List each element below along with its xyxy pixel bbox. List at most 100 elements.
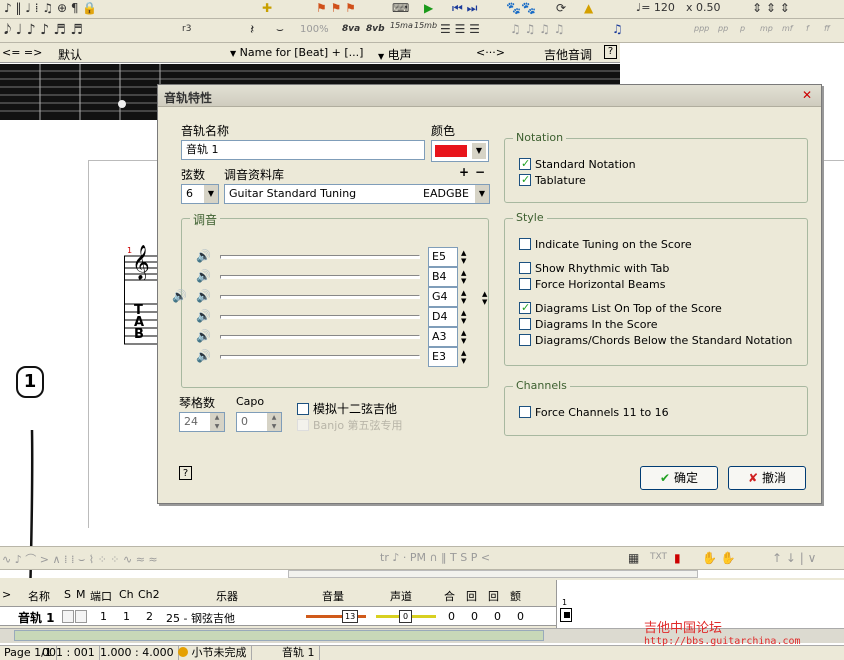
dialog-titlebar[interactable]: 音轨特性 ✕ [158, 85, 821, 107]
effects-icons-left[interactable]: ∿ ♪ ⌒ > ∧ ⁞ ⁞ ⌣ ⌇ ⁘ ⁘ ∿ ≈ ≈ [2, 551, 158, 567]
string-note-stepper[interactable]: ▲ ▼ [461, 309, 466, 325]
track-name-input[interactable]: 音轨 1 [181, 140, 425, 160]
string-slider[interactable] [220, 335, 420, 339]
style-option-checkbox[interactable]: Diagrams List On Top of the Score [519, 301, 722, 315]
ottava-down-label[interactable]: 8vb [366, 24, 385, 34]
transport-icons[interactable]: ⏮ ⏭ [452, 1, 477, 16]
mixer-icon[interactable]: ▮ [674, 551, 681, 565]
string-note-stepper[interactable]: ▲ ▼ [461, 349, 466, 365]
force-channels-checkbox[interactable]: Force Channels 11 to 16 [519, 406, 669, 419]
tuning-library-select[interactable]: Guitar Standard Tuning EADGBE ▼ [224, 184, 490, 204]
dynamic-ff[interactable]: ff [824, 24, 830, 33]
scroll-thumb[interactable] [14, 630, 544, 641]
auto-beam-icon[interactable]: ♫ [612, 22, 623, 36]
play-icon[interactable]: ▶ [424, 1, 433, 15]
string-note-stepper[interactable]: ▲ ▼ [461, 289, 466, 305]
beam-icons[interactable]: ♫ ♫ ♫ ♫ [510, 22, 564, 36]
tie-icon[interactable]: ⌣ [276, 22, 284, 37]
string-slider[interactable] [220, 295, 420, 299]
string-note-field[interactable]: B4 [428, 267, 458, 287]
duration-icons[interactable]: 𝅘𝅥𝅮 ♩ ♪ ♪ ♬ ♬ [4, 22, 83, 38]
track-row[interactable]: 音轨 1 1 1 2 25 - 钢弦吉他 13 0 0 0 0 0 [0, 606, 556, 626]
mute-toggle[interactable] [75, 610, 87, 623]
string-slider[interactable] [220, 275, 420, 279]
string-note-field[interactable]: E5 [428, 247, 458, 267]
strings-select[interactable]: 6 ▼ [181, 184, 219, 204]
string-note-field[interactable]: D4 [428, 307, 458, 327]
frets-input[interactable]: 24 ▲ ▼ [179, 412, 225, 432]
twelve-string-checkbox[interactable]: 模拟十二弦吉他 [297, 403, 397, 416]
paw-icons[interactable]: 🐾🐾 [506, 1, 536, 15]
close-icon[interactable]: ✕ [802, 88, 812, 102]
triplet-label[interactable]: r3 [182, 24, 191, 34]
percent-label[interactable]: 100% [300, 24, 329, 35]
align-icons[interactable]: ☰ ☰ ☰ [440, 22, 480, 36]
marker-icons[interactable]: ⚑ ⚑ ⚑ [316, 1, 356, 15]
quindicesima-up-label[interactable]: 15ma [390, 22, 413, 30]
dynamic-f[interactable]: f [806, 24, 809, 33]
track-row-ch2[interactable]: 2 [146, 610, 153, 623]
speed-readout[interactable]: x 0.50 [686, 1, 721, 14]
help-icon[interactable]: ? [179, 466, 192, 480]
loop-icon[interactable]: ⟳ [556, 1, 566, 15]
string-note-field[interactable]: A3 [428, 327, 458, 347]
hand-icons[interactable]: ✋ ✋ [702, 551, 736, 565]
color-picker[interactable]: ▼ [431, 140, 489, 162]
ottava-up-label[interactable]: 8va [342, 24, 360, 34]
frets-stepper[interactable]: ▲ ▼ [210, 413, 224, 431]
name-for-combo[interactable]: ▼ Name for [Beat] + [...] [230, 46, 363, 59]
expand-icon[interactable]: > [2, 588, 11, 601]
metronome-icon[interactable]: ▲ [584, 1, 593, 15]
master-speaker-icon[interactable]: 🔊 [172, 289, 187, 303]
track-row-chorus[interactable]: 0 [448, 610, 455, 623]
string-note-stepper[interactable]: ▲ ▼ [461, 249, 466, 265]
capo-stepper[interactable]: ▲ ▼ [267, 413, 281, 431]
chord-icon[interactable]: ▦ [628, 551, 639, 565]
instrument-combo[interactable]: ▼ 电声 [378, 46, 412, 63]
effects-icons-mid[interactable]: tr ♪ · PM ∩ ‖ T S P < [380, 551, 490, 564]
cancel-button[interactable]: ✘ 撤消 [728, 466, 806, 490]
dynamic-pp[interactable]: pp [718, 24, 728, 33]
dots-label[interactable]: <···> [476, 46, 505, 59]
string-note-field[interactable]: G4 [428, 287, 458, 307]
all-strings-stepper[interactable]: ▲ ▼ [482, 290, 487, 306]
track-row-tremolo[interactable]: 0 [517, 610, 524, 623]
solo-toggle[interactable] [62, 610, 74, 623]
dynamic-p[interactable]: p [740, 24, 745, 33]
style-option-checkbox[interactable]: Diagrams In the Score [519, 318, 658, 331]
track-row-instrument[interactable]: 25 - 钢弦吉他 [166, 610, 235, 626]
style-option-checkbox[interactable]: Force Horizontal Beams [519, 278, 665, 291]
track-row-ch[interactable]: 1 [123, 610, 130, 623]
stroke-icons[interactable]: ↑ ↓ | ∨ [772, 551, 816, 565]
nav-arrows[interactable]: <= => [2, 46, 42, 59]
ok-button[interactable]: ✔ 确定 [640, 466, 718, 490]
style-option-checkbox[interactable]: Diagrams/Chords Below the Standard Notat… [519, 334, 792, 347]
string-slider[interactable] [220, 255, 420, 259]
scroll-strip[interactable] [288, 570, 698, 578]
view-icons[interactable]: ⇕ ⇕ ⇕ [752, 1, 790, 15]
insert-beat-icon[interactable]: ✚ [262, 1, 272, 15]
string-note-stepper[interactable]: ▲ ▼ [461, 329, 466, 345]
string-slider[interactable] [220, 315, 420, 319]
text-icon[interactable]: TXT [650, 552, 667, 562]
track-row-port[interactable]: 1 [100, 610, 107, 623]
tuning-add-button[interactable]: + [459, 165, 469, 179]
track-row-phaser[interactable]: 0 [494, 610, 501, 623]
pan-value[interactable]: 0 [399, 610, 413, 623]
rest-icon[interactable]: 𝄽 [250, 22, 254, 38]
tuning-remove-button[interactable]: − [475, 165, 485, 179]
measure-cell[interactable] [560, 608, 572, 622]
string-speaker-icon[interactable]: 🔊 [196, 289, 211, 303]
default-preset[interactable]: 默认 [58, 46, 82, 63]
quindicesima-down-label[interactable]: 15mb [414, 22, 437, 30]
string-speaker-icon[interactable]: 🔊 [196, 269, 211, 283]
capo-input[interactable]: 0 ▲ ▼ [236, 412, 282, 432]
toolbar-icons-left[interactable]: ♪ ‖ ♩ ⁞ ♫ ⊕ ¶ 🔒 [4, 1, 97, 15]
style-option-checkbox[interactable]: Indicate Tuning on the Score [519, 238, 692, 251]
string-note-field[interactable]: E3 [428, 347, 458, 367]
dynamic-ppp[interactable]: ppp [694, 24, 709, 33]
string-speaker-icon[interactable]: 🔊 [196, 249, 211, 263]
string-speaker-icon[interactable]: 🔊 [196, 349, 211, 363]
standard-notation-checkbox[interactable]: Standard Notation [519, 157, 636, 171]
dynamic-mp[interactable]: mp [760, 24, 773, 33]
